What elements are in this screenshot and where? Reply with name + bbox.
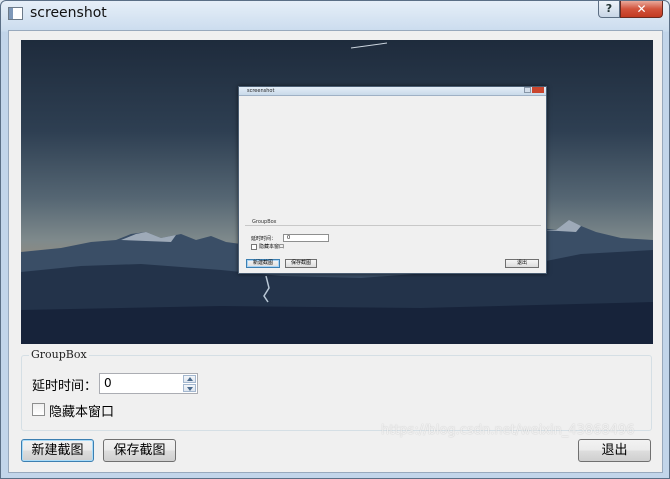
mini-groupbox bbox=[245, 225, 541, 226]
exit-button[interactable]: 退出 bbox=[578, 439, 651, 462]
mini-delay-spinbox: 0 bbox=[283, 234, 329, 242]
close-button[interactable]: ✕ bbox=[620, 1, 663, 18]
arrow-down-icon[interactable] bbox=[183, 384, 196, 392]
window-icon bbox=[8, 7, 23, 20]
mini-window-title: screenshot bbox=[247, 88, 275, 94]
title-bar[interactable]: screenshot ? ✕ bbox=[1, 1, 669, 29]
delay-spinbox[interactable]: 0 bbox=[99, 373, 198, 394]
screenshot-preview: screenshot GroupBox 延时时间： 0 隐藏本窗口 新建截图 保… bbox=[21, 40, 653, 344]
hide-window-label[interactable]: 隐藏本窗口 bbox=[49, 401, 114, 420]
save-screenshot-button[interactable]: 保存截图 bbox=[103, 439, 176, 462]
arrow-up-icon[interactable] bbox=[183, 375, 196, 383]
mini-group-title: GroupBox bbox=[251, 219, 278, 225]
mini-save-button: 保存截图 bbox=[285, 259, 317, 268]
watermark-text: https://blog.csdn.net/weixin_43868496 bbox=[381, 423, 635, 438]
delay-label: 延时时间： bbox=[32, 379, 98, 394]
mini-help-icon bbox=[524, 87, 531, 93]
mini-title-bar: screenshot bbox=[239, 87, 546, 96]
help-button[interactable]: ? bbox=[598, 1, 620, 18]
app-window: screenshot ? ✕ screenshot GroupBox 延时时间：… bbox=[0, 0, 670, 479]
hide-window-checkbox[interactable] bbox=[32, 403, 45, 416]
mini-hide-label: 隐藏本窗口 bbox=[259, 244, 285, 250]
delay-value[interactable]: 0 bbox=[104, 376, 112, 390]
mini-hide-checkbox bbox=[251, 244, 257, 250]
client-area: screenshot GroupBox 延时时间： 0 隐藏本窗口 新建截图 保… bbox=[8, 30, 663, 473]
mini-delay-label: 延时时间： bbox=[251, 236, 277, 242]
window-title: screenshot bbox=[30, 5, 107, 21]
mini-new-button: 新建截图 bbox=[246, 259, 280, 268]
preview-mini-window: screenshot GroupBox 延时时间： 0 隐藏本窗口 新建截图 保… bbox=[238, 86, 547, 274]
mini-close-icon bbox=[532, 87, 544, 93]
mini-exit-button: 退出 bbox=[505, 259, 539, 268]
new-screenshot-button[interactable]: 新建截图 bbox=[21, 439, 94, 462]
groupbox-title: GroupBox bbox=[29, 348, 89, 361]
